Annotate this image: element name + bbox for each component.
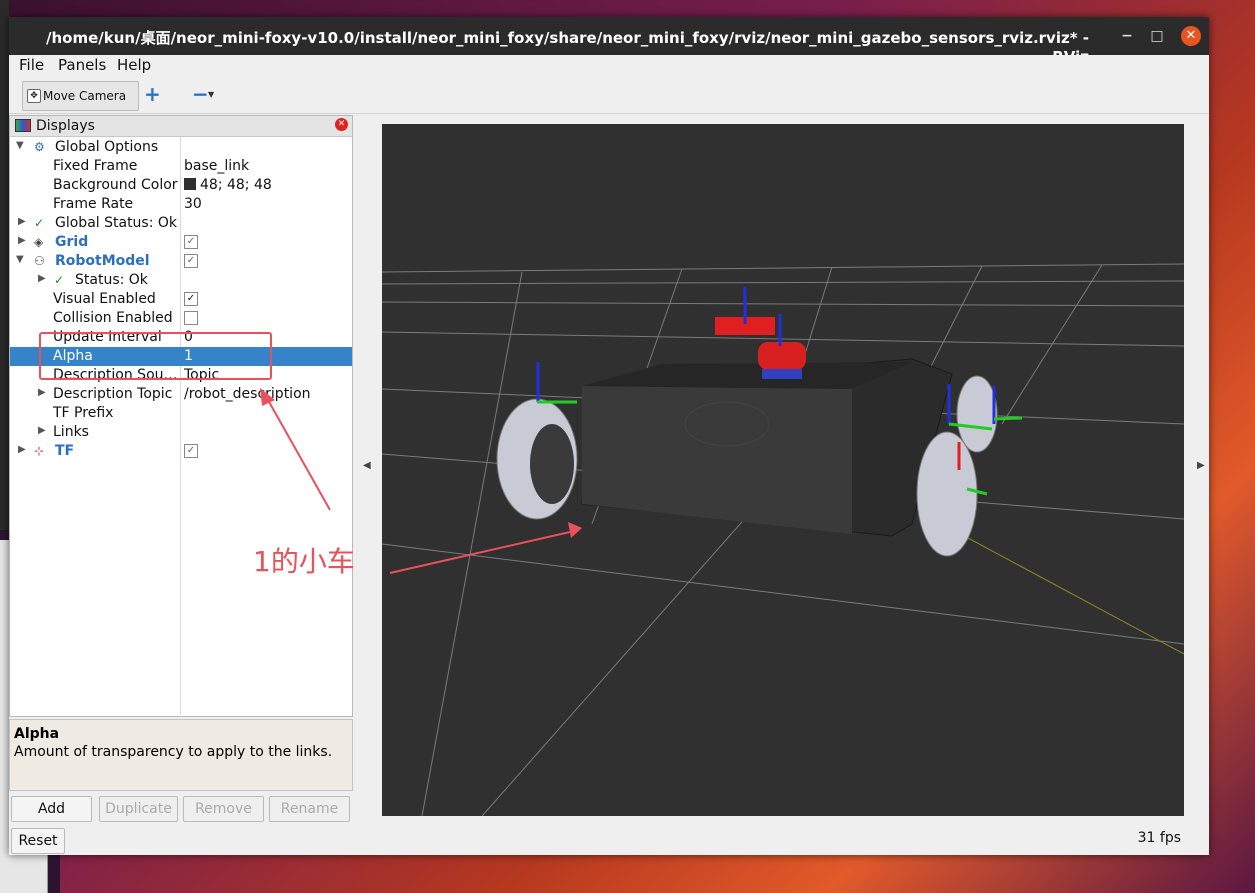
arrowhead <box>568 522 582 538</box>
annotation-arrows <box>260 388 582 574</box>
arrowhead <box>260 388 275 406</box>
annotation-label: 1的小车 <box>253 545 355 578</box>
annotation-arrow-up <box>267 399 331 511</box>
annotation-arrow-right <box>389 531 571 574</box>
